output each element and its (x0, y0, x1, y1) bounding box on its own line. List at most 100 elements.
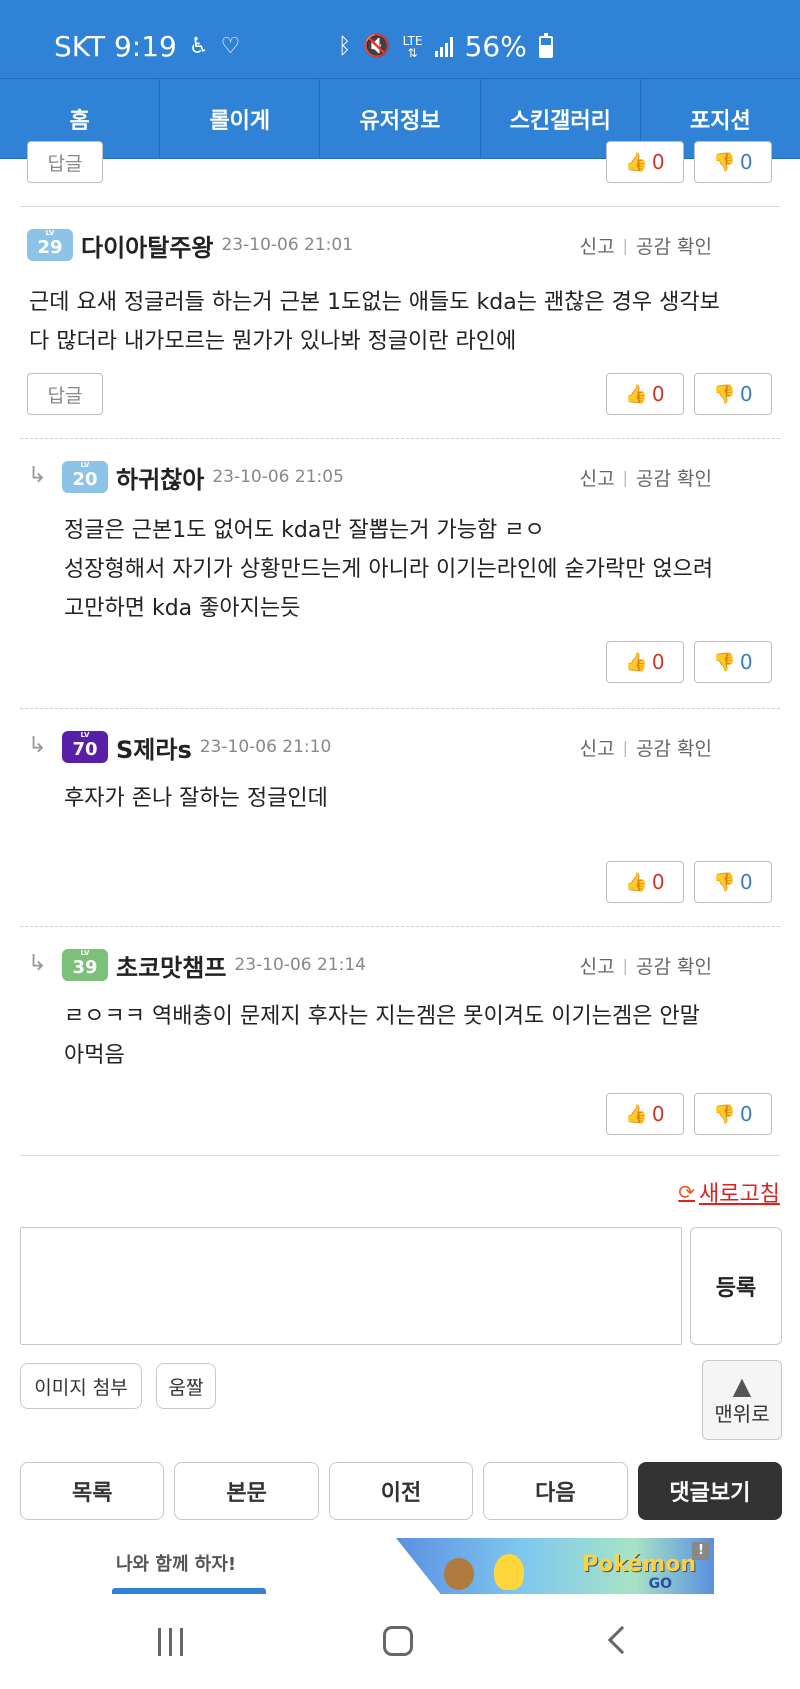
report-link[interactable]: 신고 (580, 734, 615, 761)
bluetooth-icon: ᛒ (338, 34, 352, 59)
thumbs-up-icon: 👍 (625, 1103, 648, 1125)
ad-image: Pokémon GO (396, 1538, 714, 1594)
divider (20, 708, 780, 709)
comment-date: 23-10-06 21:10 (199, 737, 332, 757)
reply-comment-item: ↳ LV 20 하귀찮아 23-10-06 21:05 신고 | 공감 확인 정글… (0, 457, 800, 697)
downvote-button[interactable]: 👎 0 (694, 141, 772, 183)
downvote-button[interactable]: 👎 0 (694, 373, 772, 415)
divider (20, 206, 780, 207)
previous-button[interactable]: 이전 (328, 1462, 474, 1520)
like-check-link[interactable]: 공감 확인 (636, 734, 712, 761)
status-right: ᛒ 🔇 LTE ⇅ 56% (338, 30, 553, 63)
reply-comment-item: ↳ LV 39 초코맛챔프 23-10-06 21:14 신고 | 공감 확인 ㄹ… (0, 945, 800, 1145)
post-body-button[interactable]: 본문 (174, 1462, 319, 1520)
comment-actions: 신고 | 공감 확인 (580, 727, 712, 767)
eevee-image (444, 1558, 474, 1590)
comment-body: 정글은 근본1도 없어도 kda만 잘뽑는거 가능함 ㄹㅇ 성장형해서 자기가 … (64, 518, 714, 621)
separator: | (622, 235, 629, 255)
tab-lol-board[interactable]: 롤이게 (160, 79, 321, 158)
carrier-time: SKT 9:19 (54, 30, 177, 63)
upvote-button[interactable]: 👍 0 (606, 1093, 684, 1135)
back-icon[interactable] (607, 1625, 637, 1655)
ad-banner[interactable]: 나와 함께 하자! Pokémon GO ! (0, 1538, 800, 1594)
upvote-button[interactable]: 👍 0 (606, 141, 684, 183)
comment-header: LV 29 다이아탈주왕 23-10-06 21:01 (27, 225, 353, 265)
comment-item: LV 29 다이아탈주왕 23-10-06 21:01 신고 | 공감 확인 근데… (0, 225, 800, 425)
comment-header: LV 20 하귀찮아 23-10-06 21:05 (62, 457, 344, 497)
battery-percent: 56% (464, 30, 527, 63)
ad-info-icon[interactable]: ! (692, 1542, 710, 1560)
thumbs-up-icon: 👍 (625, 151, 648, 173)
upvote-button[interactable]: 👍 0 (606, 641, 684, 683)
level-badge: LV 20 (62, 461, 108, 493)
comment-author[interactable]: S제라s (116, 730, 192, 765)
divider (20, 1155, 780, 1156)
status-bar: SKT 9:19 ♿ ♡ ᛒ 🔇 LTE ⇅ 56% (0, 0, 800, 78)
view-comments-button[interactable]: 댓글보기 (637, 1462, 783, 1520)
comment-header: LV 39 초코맛챔프 23-10-06 21:14 (62, 945, 366, 985)
tab-user-info[interactable]: 유저정보 (320, 79, 481, 158)
refresh-link[interactable]: ⟳ 새로고침 (678, 1176, 780, 1208)
separator: | (622, 737, 629, 757)
umjjal-button[interactable]: 움짤 (156, 1363, 216, 1409)
scroll-top-button[interactable]: ▲ 맨위로 (702, 1360, 782, 1440)
go-logo: GO (648, 1576, 672, 1592)
status-left: SKT 9:19 ♿ ♡ (54, 30, 240, 63)
accessibility-icon: ♿ (188, 34, 209, 59)
partial-comment-row: 답글 👍 0 👎 0 (0, 141, 800, 207)
pikachu-image (494, 1554, 524, 1590)
comment-author[interactable]: 하귀찮아 (116, 460, 204, 495)
lte-icon: LTE ⇅ (402, 33, 423, 60)
reply-arrow-icon: ↳ (28, 463, 47, 488)
battery-icon (538, 32, 553, 58)
attach-image-button[interactable]: 이미지 첨부 (20, 1363, 142, 1409)
level-badge: LV 70 (62, 731, 108, 763)
like-check-link[interactable]: 공감 확인 (636, 464, 712, 491)
level-badge: LV 29 (27, 229, 73, 261)
reply-button[interactable]: 답글 (27, 373, 103, 415)
report-link[interactable]: 신고 (580, 232, 615, 259)
comment-date: 23-10-06 21:14 (234, 955, 366, 975)
thumbs-up-icon: 👍 (625, 383, 648, 405)
downvote-button[interactable]: 👎 0 (694, 861, 772, 903)
report-link[interactable]: 신고 (580, 952, 615, 979)
heart-icon: ♡ (220, 34, 241, 59)
home-icon[interactable] (383, 1626, 413, 1656)
post-navigation: 목록 본문 이전 다음 댓글보기 (20, 1462, 783, 1520)
comment-author[interactable]: 다이아탈주왕 (81, 228, 213, 263)
comment-header: LV 70 S제라s 23-10-06 21:10 (62, 727, 331, 767)
reply-button[interactable]: 답글 (27, 141, 103, 183)
thumbs-down-icon: 👎 (713, 871, 736, 893)
next-button[interactable]: 다음 (483, 1462, 628, 1520)
comment-textarea[interactable] (20, 1227, 682, 1345)
recents-icon[interactable] (158, 1628, 183, 1656)
comment-body: ㄹㅇㅋㅋ 역배충이 문제지 후자는 지는겜은 못이겨도 이기는겜은 안말 아먹음 (64, 1004, 700, 1068)
ad-text: 나와 함께 하자! (116, 1554, 237, 1575)
report-link[interactable]: 신고 (580, 464, 615, 491)
comment-actions: 신고 | 공감 확인 (580, 225, 712, 265)
thumbs-down-icon: 👎 (713, 1103, 736, 1125)
upvote-button[interactable]: 👍 0 (606, 861, 684, 903)
pokemon-logo: Pokémon (582, 1552, 696, 1577)
like-check-link[interactable]: 공감 확인 (636, 232, 712, 259)
comment-date: 23-10-06 21:05 (212, 467, 344, 487)
comment-author[interactable]: 초코맛챔프 (116, 948, 226, 983)
arrow-up-icon: ▲ (732, 1371, 752, 1400)
ad-button[interactable] (112, 1588, 266, 1594)
separator: | (622, 955, 629, 975)
separator: | (622, 467, 629, 487)
thumbs-down-icon: 👎 (713, 383, 736, 405)
downvote-button[interactable]: 👎 0 (694, 1093, 772, 1135)
refresh-icon: ⟳ (678, 1180, 696, 1204)
list-button[interactable]: 목록 (20, 1462, 165, 1520)
submit-button[interactable]: 등록 (690, 1227, 782, 1345)
system-navigation (0, 1596, 800, 1689)
level-badge: LV 39 (62, 949, 108, 981)
like-check-link[interactable]: 공감 확인 (636, 952, 712, 979)
downvote-button[interactable]: 👎 0 (694, 641, 772, 683)
comment-actions: 신고 | 공감 확인 (580, 945, 712, 985)
upvote-button[interactable]: 👍 0 (606, 373, 684, 415)
mute-icon: 🔇 (363, 34, 391, 59)
comment-date: 23-10-06 21:01 (221, 235, 354, 255)
divider (20, 926, 780, 927)
